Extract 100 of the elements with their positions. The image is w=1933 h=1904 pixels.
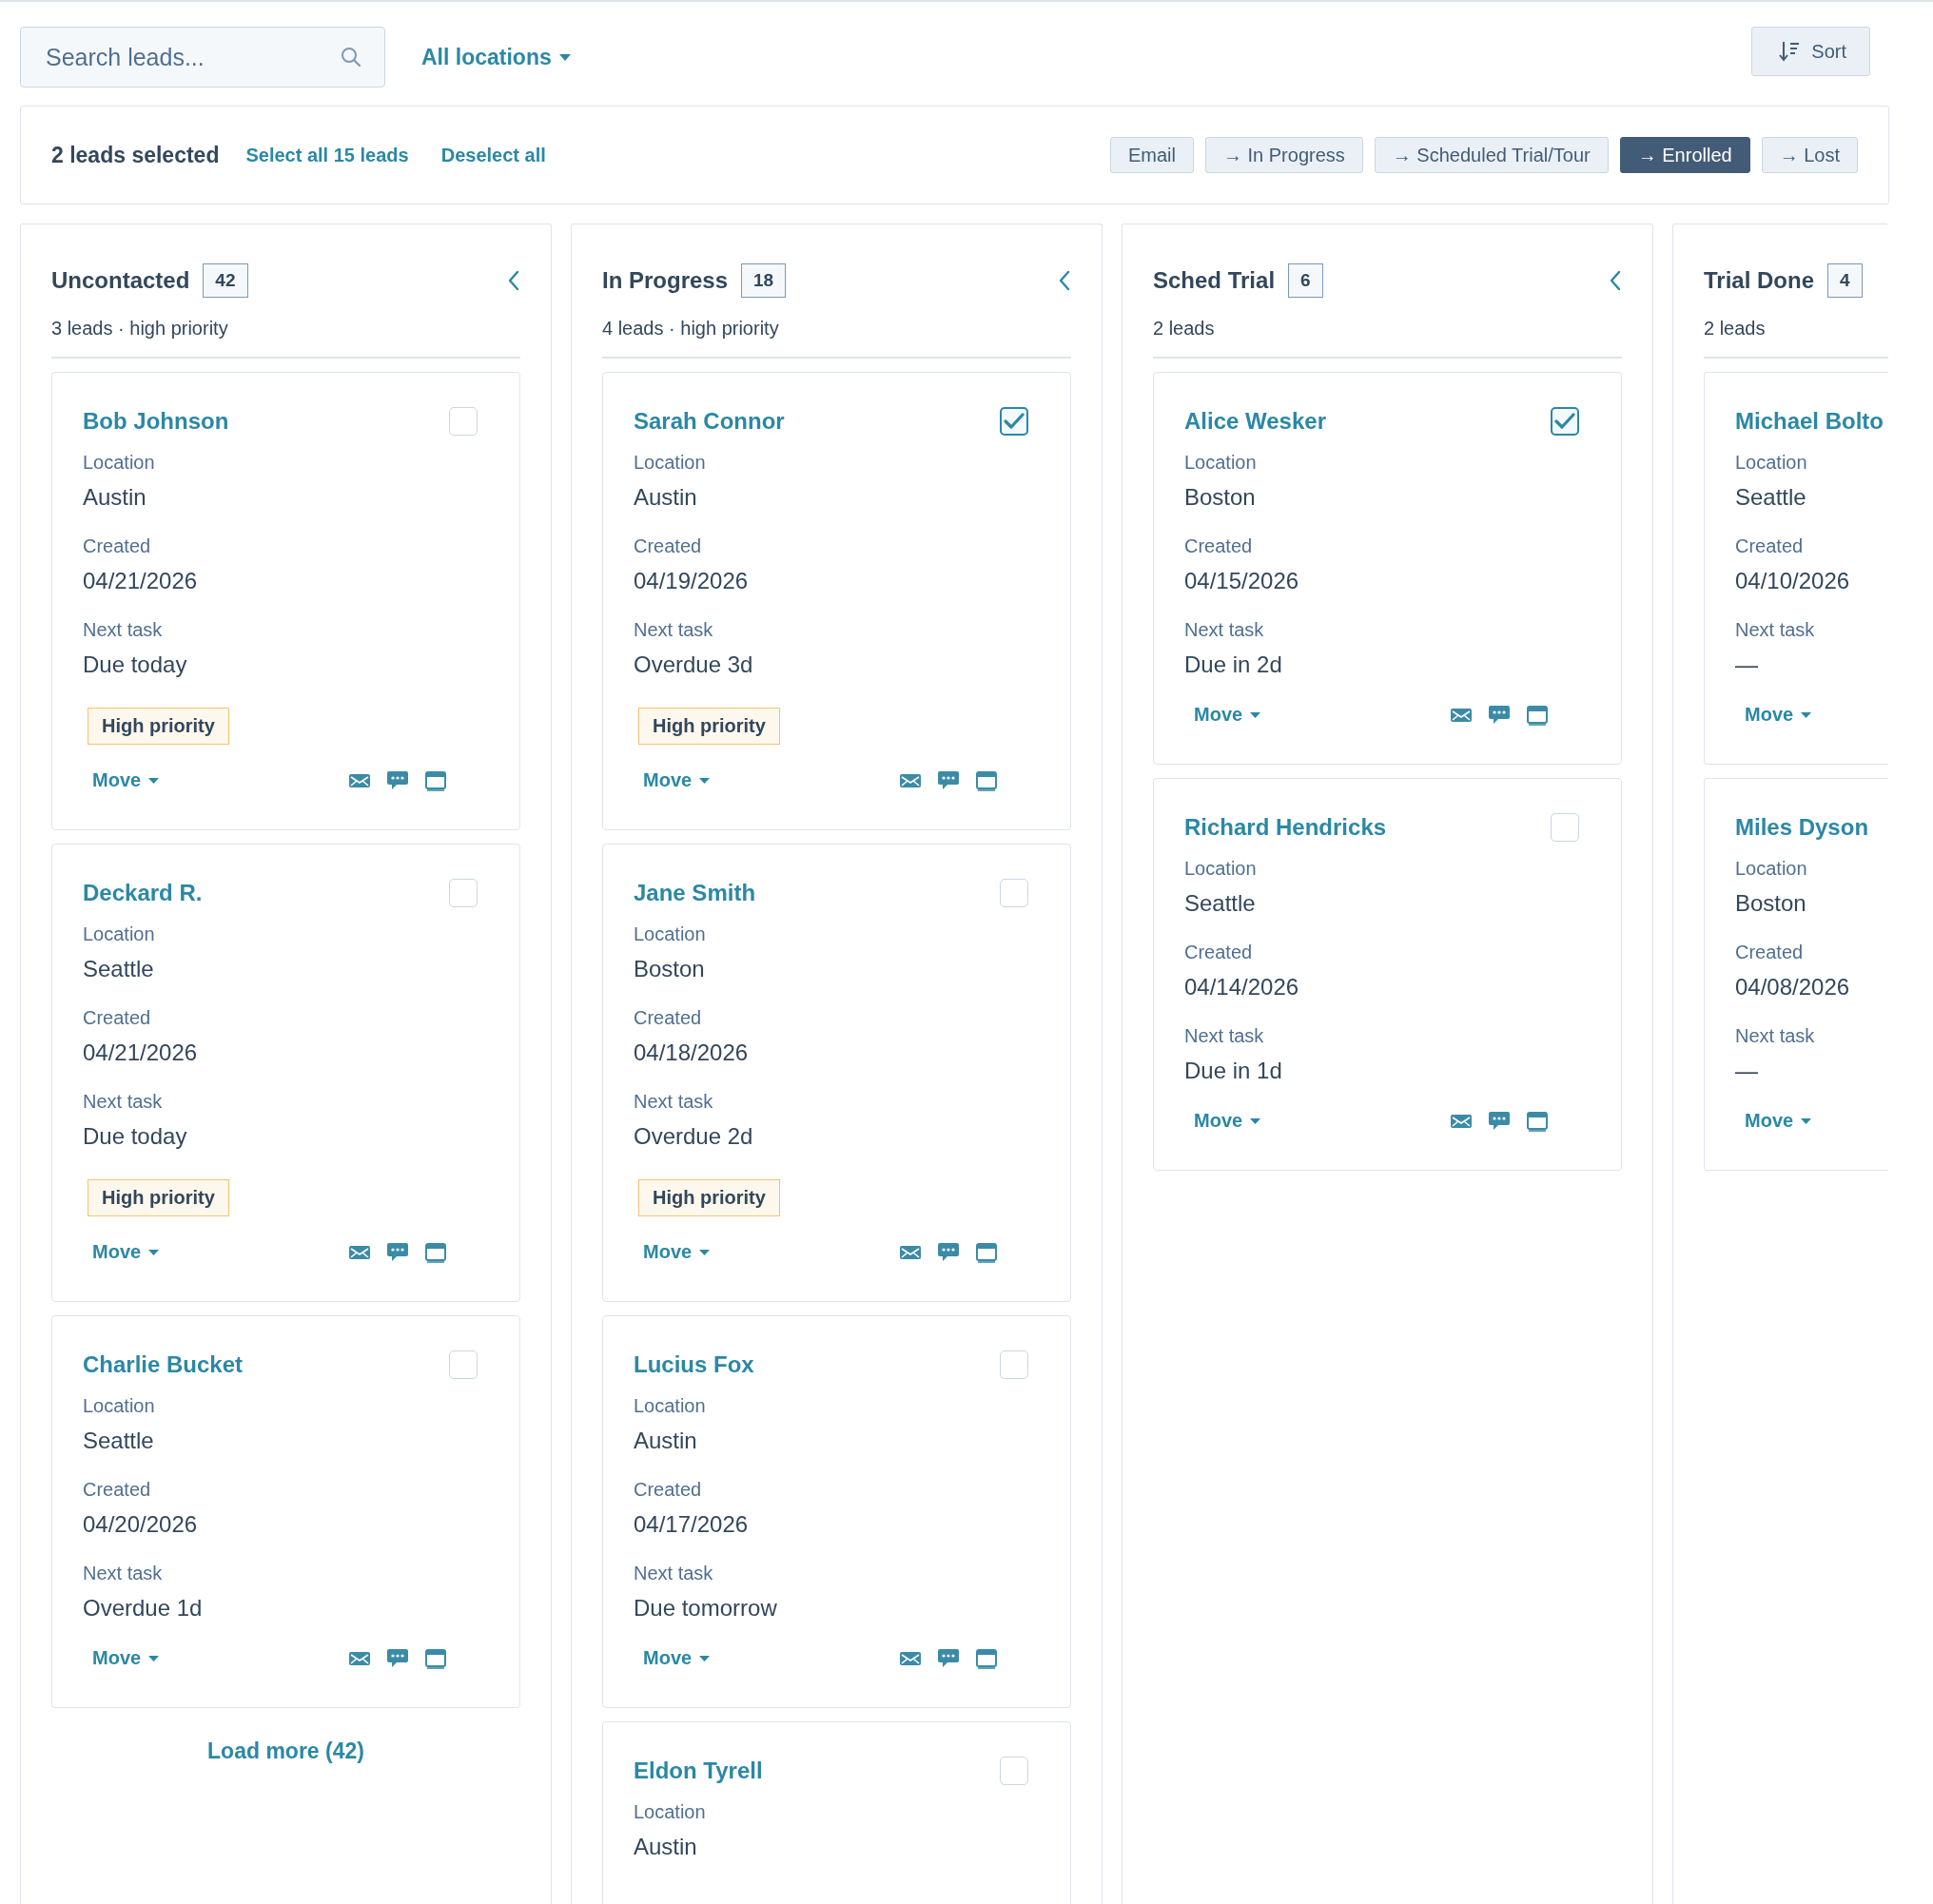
field-label: Location bbox=[83, 923, 156, 945]
column-subtitle: 2 leads bbox=[1704, 318, 1888, 359]
move-dropdown[interactable]: Move bbox=[643, 1647, 711, 1669]
column-title: Sched Trial bbox=[1153, 267, 1276, 294]
caret-icon bbox=[558, 53, 571, 61]
lead-name-link[interactable]: Deckard R. bbox=[83, 880, 203, 906]
lead-name-link[interactable]: Richard Hendricks bbox=[1184, 814, 1387, 841]
field-value: Seattle bbox=[1184, 889, 1257, 918]
calendar-icon[interactable] bbox=[424, 769, 447, 791]
field-label: Created bbox=[1184, 941, 1254, 963]
field-value: Austin bbox=[83, 483, 147, 512]
move-dropdown[interactable]: Move bbox=[1194, 704, 1261, 726]
search-icon bbox=[340, 46, 362, 68]
select-all-link[interactable]: Select all 15 leads bbox=[245, 144, 409, 166]
calendar-icon[interactable] bbox=[975, 1647, 998, 1669]
move-dropdown[interactable]: Move bbox=[92, 769, 160, 791]
calendar-icon[interactable] bbox=[1526, 704, 1549, 726]
calendar-icon[interactable] bbox=[975, 769, 998, 791]
priority-tag: High priority bbox=[638, 1179, 780, 1216]
field-label: Location bbox=[634, 451, 707, 474]
email-icon[interactable] bbox=[348, 1243, 371, 1261]
calendar-icon[interactable] bbox=[1526, 1110, 1549, 1132]
collapse-icon[interactable] bbox=[1058, 270, 1071, 291]
bulk-action-button[interactable]: → Enrolled bbox=[1619, 137, 1750, 173]
priority-tag: High priority bbox=[638, 708, 780, 745]
lead-name-link[interactable]: Michael Bolto bbox=[1735, 408, 1884, 435]
field-label: Location bbox=[634, 1800, 707, 1823]
load-more-link[interactable]: Load more (42) bbox=[207, 1739, 364, 1764]
chat-icon[interactable] bbox=[1488, 1110, 1511, 1132]
chat-icon[interactable] bbox=[386, 1647, 409, 1669]
email-icon[interactable] bbox=[348, 771, 371, 789]
move-dropdown[interactable]: Move bbox=[1745, 1110, 1812, 1132]
field-value: 04/08/2026 bbox=[1735, 973, 1851, 1001]
chat-icon[interactable] bbox=[1488, 704, 1511, 726]
lead-name-link[interactable]: Miles Dyson bbox=[1735, 814, 1869, 841]
chat-icon[interactable] bbox=[386, 769, 409, 791]
field-label: Next task bbox=[1735, 1024, 1816, 1047]
caret-icon bbox=[148, 777, 160, 784]
field-value: 04/19/2026 bbox=[634, 567, 750, 595]
field-value: 04/21/2026 bbox=[83, 1039, 199, 1067]
collapse-icon[interactable] bbox=[1609, 270, 1622, 291]
calendar-icon[interactable] bbox=[975, 1241, 998, 1263]
calendar-icon[interactable] bbox=[424, 1241, 447, 1263]
chat-icon[interactable] bbox=[937, 1241, 960, 1263]
email-icon[interactable] bbox=[899, 1243, 922, 1261]
caret-icon bbox=[1250, 1117, 1261, 1124]
caret-icon bbox=[699, 1655, 711, 1661]
field-value: 04/17/2026 bbox=[634, 1510, 750, 1539]
email-icon[interactable] bbox=[1450, 706, 1473, 724]
field-value: 04/14/2026 bbox=[1184, 973, 1300, 1001]
move-dropdown[interactable]: Move bbox=[92, 1241, 160, 1263]
field-value: 04/15/2026 bbox=[1184, 567, 1300, 595]
collapse-icon[interactable] bbox=[507, 270, 520, 291]
location-dropdown[interactable]: All locations bbox=[421, 44, 571, 70]
field-value: Boston bbox=[634, 955, 706, 983]
bulk-action-button[interactable]: → Scheduled Trial/Tour bbox=[1374, 137, 1609, 173]
lead-name-link[interactable]: Lucius Fox bbox=[634, 1351, 754, 1378]
column-title: Uncontacted bbox=[51, 267, 190, 294]
email-icon[interactable] bbox=[899, 1649, 922, 1667]
sort-button[interactable]: Sort bbox=[1751, 27, 1870, 76]
move-dropdown[interactable]: Move bbox=[92, 1647, 160, 1669]
count-badge: 6 bbox=[1288, 263, 1323, 298]
calendar-icon[interactable] bbox=[424, 1647, 447, 1669]
move-dropdown[interactable]: Move bbox=[643, 1241, 711, 1263]
lead-name-link[interactable]: Charlie Bucket bbox=[83, 1351, 244, 1378]
caret-icon bbox=[1801, 1117, 1812, 1124]
checkbox[interactable] bbox=[1551, 407, 1579, 436]
sort-icon bbox=[1779, 40, 1801, 63]
field-label: Created bbox=[1735, 534, 1805, 557]
lead-name-link[interactable]: Jane Smith bbox=[634, 880, 756, 906]
field-label: Created bbox=[83, 1006, 152, 1029]
field-label: Next task bbox=[83, 1090, 164, 1113]
bulk-action-button[interactable]: Email bbox=[1109, 137, 1194, 173]
chat-icon[interactable] bbox=[386, 1241, 409, 1263]
field-value: Due in 2d bbox=[1184, 651, 1283, 679]
email-icon[interactable] bbox=[348, 1649, 371, 1667]
checkbox[interactable] bbox=[1000, 407, 1028, 436]
field-value: 04/20/2026 bbox=[83, 1510, 199, 1539]
deselect-all-link[interactable]: Deselect all bbox=[440, 144, 546, 166]
field-value: Due today bbox=[83, 1122, 188, 1151]
field-value: Boston bbox=[1184, 483, 1257, 512]
lead-name-link[interactable]: Bob Johnson bbox=[83, 408, 229, 435]
field-value: 04/21/2026 bbox=[83, 567, 199, 595]
email-icon[interactable] bbox=[1450, 1112, 1473, 1130]
lead-name-link[interactable]: Eldon Tyrell bbox=[634, 1758, 763, 1784]
count-badge: 42 bbox=[203, 263, 248, 298]
field-label: Created bbox=[634, 1006, 703, 1029]
field-label: Next task bbox=[634, 1090, 714, 1113]
move-dropdown[interactable]: Move bbox=[643, 769, 711, 791]
chat-icon[interactable] bbox=[937, 1647, 960, 1669]
lead-name-link[interactable]: Alice Wesker bbox=[1184, 408, 1326, 435]
move-dropdown[interactable]: Move bbox=[1745, 704, 1812, 726]
priority-tag: High priority bbox=[88, 1179, 229, 1216]
lead-name-link[interactable]: Sarah Connor bbox=[634, 408, 785, 435]
bulk-action-button[interactable]: → In Progress bbox=[1205, 137, 1363, 173]
move-dropdown[interactable]: Move bbox=[1194, 1110, 1261, 1132]
search-field[interactable]: Search leads... bbox=[20, 27, 385, 87]
chat-icon[interactable] bbox=[937, 769, 960, 791]
email-icon[interactable] bbox=[899, 771, 922, 789]
bulk-action-button[interactable]: → Lost bbox=[1761, 137, 1858, 173]
